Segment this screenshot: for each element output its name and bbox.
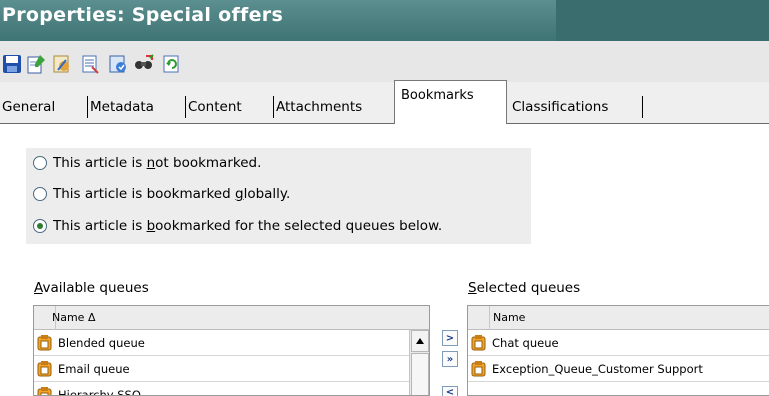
column-header-name[interactable]: Name Δ [52,311,95,324]
queue-icon[interactable] [107,53,129,75]
label-text: lobally. [243,186,291,202]
queue-icon [37,387,52,395]
label-text: ot bookmarked. [155,155,262,171]
queue-name: Exception_Queue_Customer Support [492,362,703,376]
mnemonic: b [146,218,156,234]
tab-label: Attachments [276,99,363,115]
refresh-icon[interactable] [161,53,183,75]
radio-label: This article is bookmarked for the selec… [53,218,442,234]
title-bar: Properties: Special offers [0,0,769,41]
table-row[interactable]: Chat queue [468,330,769,356]
radio-button-selected[interactable] [33,219,47,233]
label-text: This article is [53,155,147,171]
label-text: elected queues [476,280,581,296]
save-icon[interactable] [1,53,23,75]
radio-label: This article is not bookmarked. [53,155,261,171]
grid-header: Name Δ [34,306,429,330]
edit-icon[interactable] [51,53,73,75]
tab-label: Bookmarks [401,88,474,103]
tab-separator [642,96,643,118]
vertical-scrollbar[interactable] [409,330,429,395]
radio-not-bookmarked[interactable]: This article is not bookmarked. [33,152,261,174]
tab-content[interactable]: Content [186,92,274,122]
selected-queues-grid: Name Chat queue Exception_Queue_Customer… [467,305,769,396]
tab-general[interactable]: General [0,92,88,122]
queue-name: Chat queue [492,336,559,350]
table-row[interactable]: Hierarchy SSO [34,382,410,396]
label-text: vailable queues [42,280,149,296]
mnemonic: n [146,155,156,171]
queue-icon [471,361,486,377]
tab-classifications[interactable]: Classifications [510,92,643,122]
tab-label: Classifications [512,99,609,115]
tab-bookmarks[interactable]: Bookmarks [394,80,507,124]
queue-icon [471,335,486,351]
scroll-up-button[interactable] [411,330,429,352]
window-title: Properties: Special offers [2,4,284,26]
add-all-button[interactable]: » [442,351,458,367]
tab-label: Metadata [90,99,154,115]
remove-selected-button[interactable]: < [442,386,458,396]
column-header-name[interactable]: Name [493,311,525,324]
label-text: ookmarked for the selected queues below. [155,218,443,234]
find-replace-icon[interactable] [133,53,155,75]
add-selected-button[interactable]: > [442,330,458,346]
label-text: This article is bookmarked [53,186,235,202]
tab-label: General [2,99,56,115]
tab-metadata[interactable]: Metadata [88,92,186,122]
mnemonic: g [234,186,244,202]
queue-icon [37,361,52,377]
radio-bookmarked-globally[interactable]: This article is bookmarked globally. [33,183,290,205]
selected-queues-label: Selected queues [468,280,580,296]
grid-header: Name [468,306,769,330]
radio-button[interactable] [33,187,47,201]
table-row[interactable]: Email queue [34,356,410,382]
queue-name: Blended queue [58,336,145,350]
table-row[interactable]: Exception_Queue_Customer Support [468,356,769,382]
queue-name: Hierarchy SSO [58,388,141,396]
radio-button[interactable] [33,156,47,170]
tab-label: Content [188,99,242,115]
available-queues-label: Available queues [34,280,149,296]
tab-attachments[interactable]: Attachments [274,92,394,122]
radio-label: This article is bookmarked globally. [53,186,290,202]
triangle-up-icon [416,338,424,344]
queue-name: Email queue [58,362,130,376]
queue-icon [37,335,52,351]
document-list-icon[interactable] [79,53,101,75]
title-bar-dark-region [556,0,769,41]
new-document-icon[interactable] [25,53,47,75]
label-text: This article is [53,218,147,234]
available-queues-grid: Name Δ Blended queue Email queue Hierarc… [33,305,430,396]
radio-bookmarked-selected-queues[interactable]: This article is bookmarked for the selec… [33,215,442,237]
grid-header-gutter [468,306,490,330]
table-row[interactable]: Blended queue [34,330,410,356]
scroll-thumb[interactable] [411,353,429,395]
mnemonic: S [468,280,477,296]
